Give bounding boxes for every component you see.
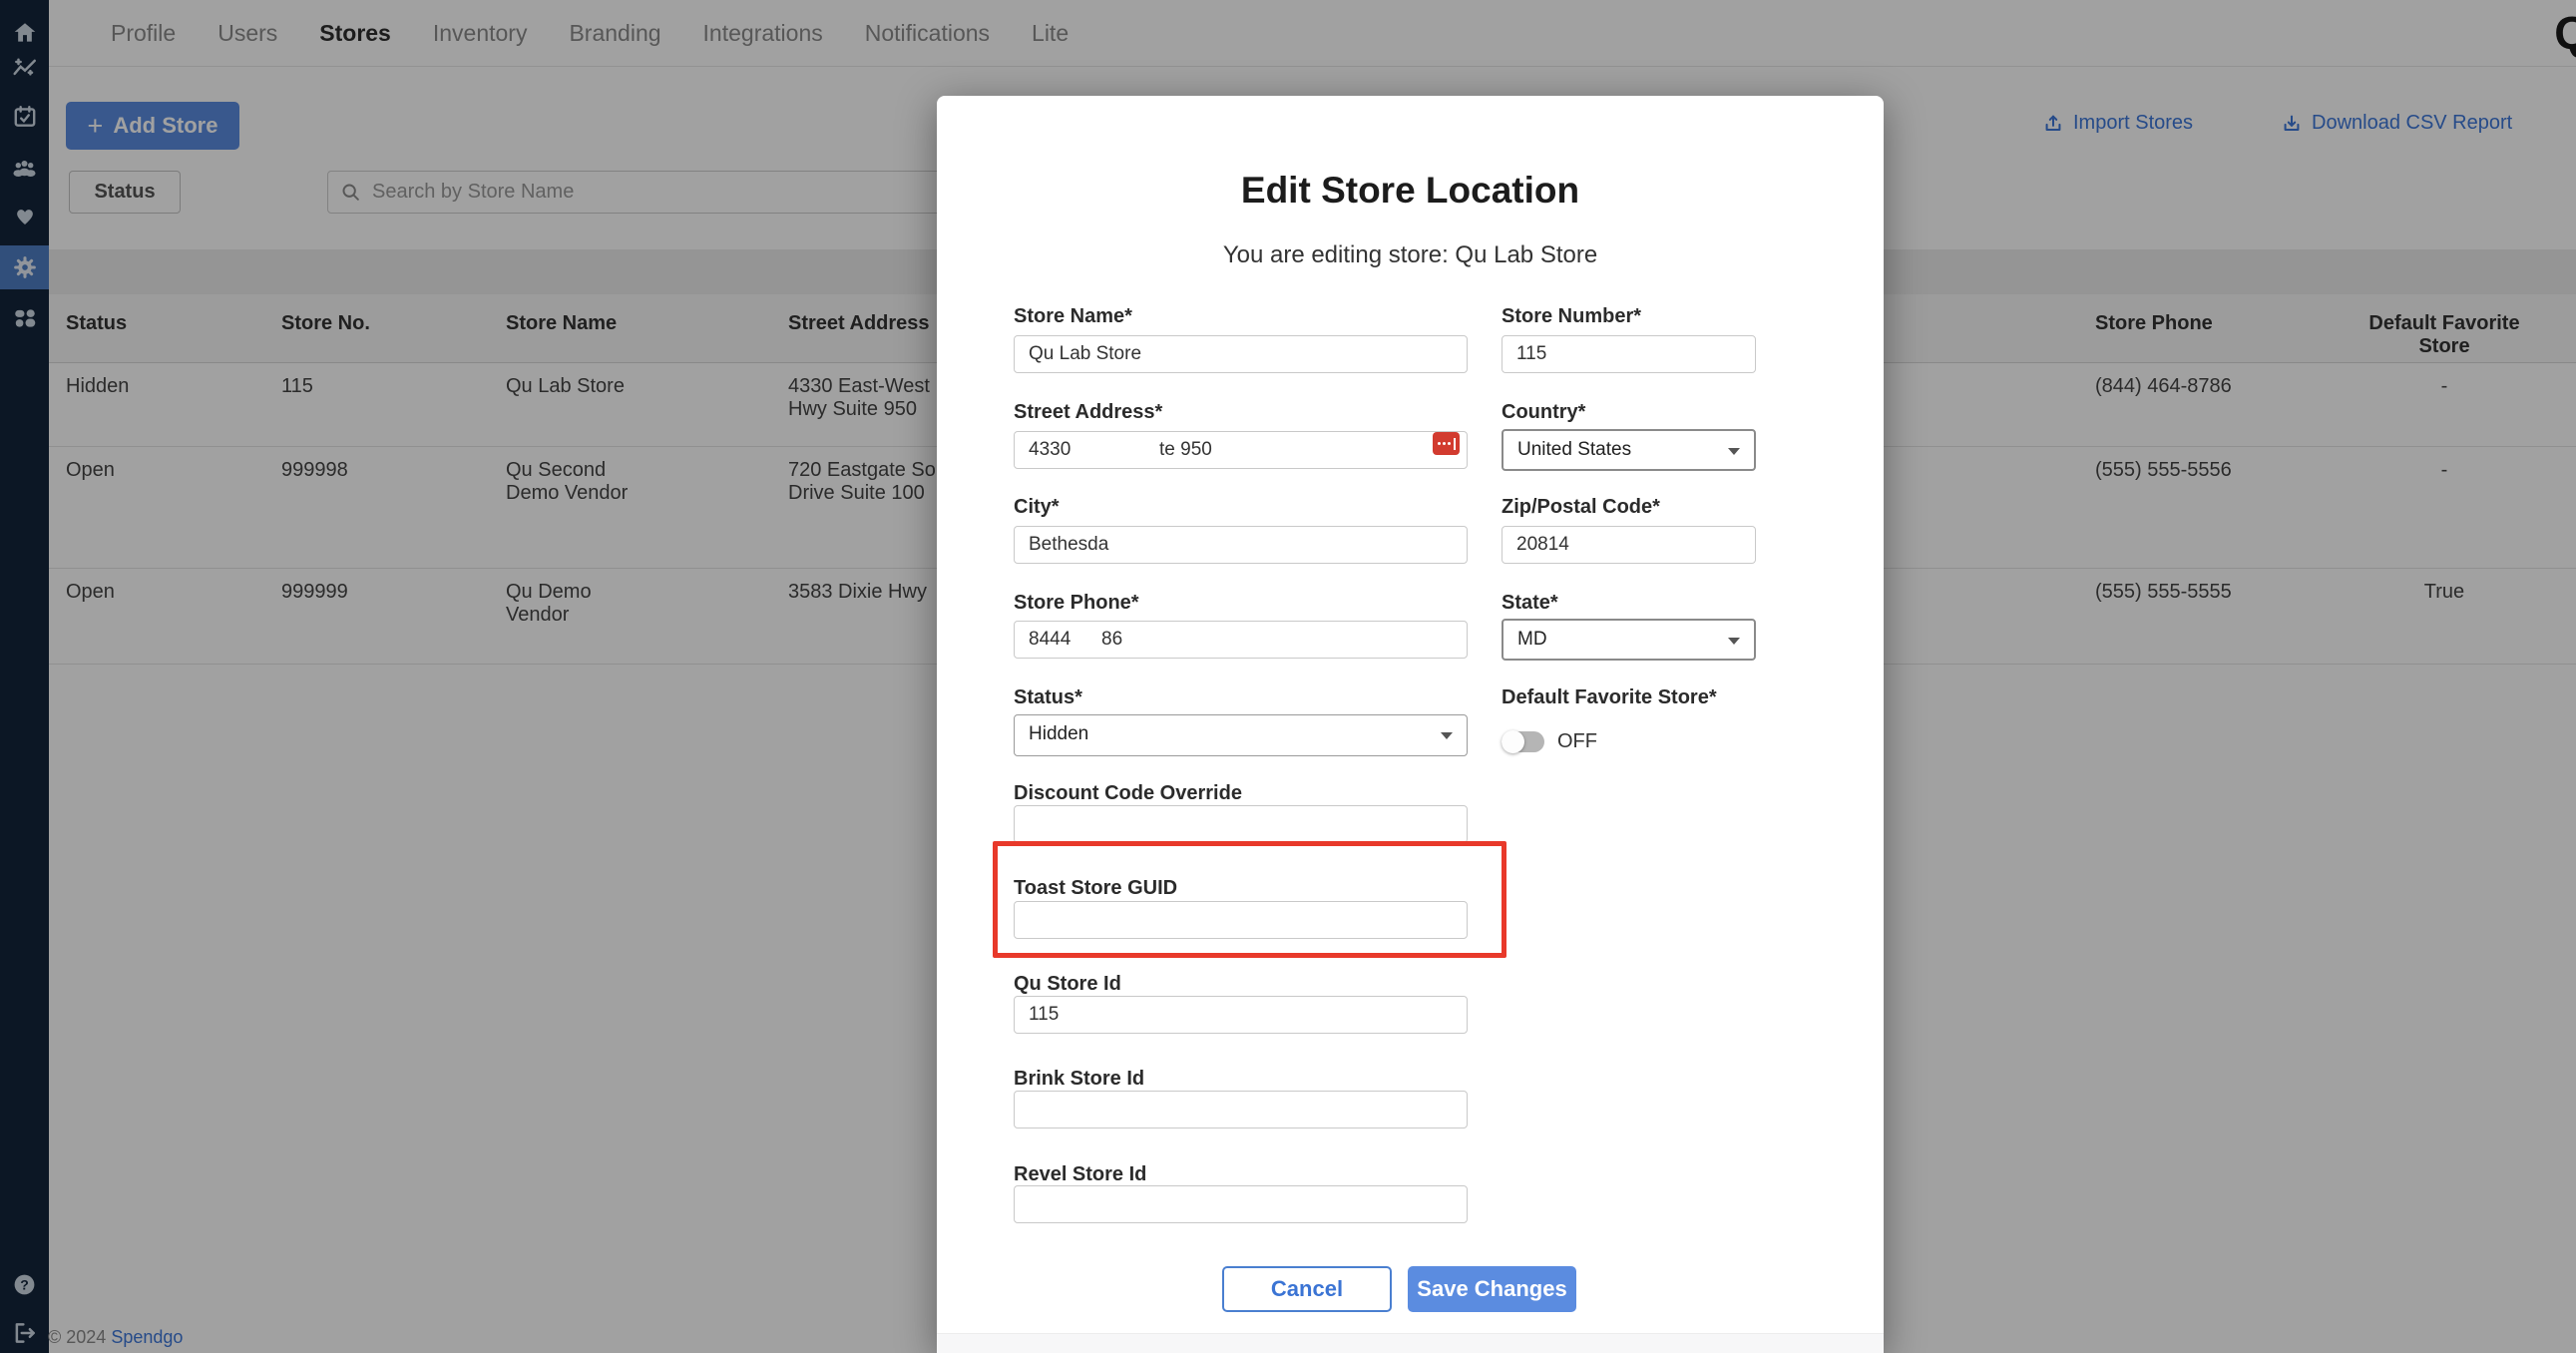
store-name-input[interactable] (1014, 335, 1468, 373)
modal-subtitle: You are editing store: Qu Lab Store (937, 241, 1884, 269)
qu-store-id-label: Qu Store Id (1014, 973, 1121, 996)
street-address-input[interactable]: 4330 te 950 (1014, 431, 1468, 469)
modal-title: Edit Store Location (937, 170, 1884, 212)
cancel-button[interactable]: Cancel (1222, 1266, 1392, 1312)
street-address-value-part2: te 950 (1159, 432, 1212, 468)
status-value: Hidden (1029, 723, 1088, 744)
city-label: City* (1014, 496, 1060, 519)
default-favorite-toggle[interactable] (1502, 731, 1544, 752)
zip-input[interactable] (1502, 526, 1756, 564)
store-name-label: Store Name* (1014, 305, 1132, 328)
country-select[interactable]: United States (1502, 429, 1756, 471)
brink-store-id-label: Brink Store Id (1014, 1068, 1144, 1091)
default-favorite-label: Default Favorite Store* (1502, 686, 1717, 709)
save-changes-button[interactable]: Save Changes (1408, 1266, 1576, 1312)
store-phone-input[interactable]: 8444 86 (1014, 621, 1468, 659)
city-input[interactable] (1014, 526, 1468, 564)
chevron-down-icon (1728, 638, 1740, 645)
toast-guid-input[interactable] (1014, 901, 1468, 939)
zip-label: Zip/Postal Code* (1502, 496, 1660, 519)
edit-store-modal: Edit Store Location You are editing stor… (937, 96, 1884, 1353)
status-label: Status* (1014, 686, 1082, 709)
revel-store-id-label: Revel Store Id (1014, 1163, 1146, 1186)
status-select[interactable]: Hidden (1014, 714, 1468, 756)
revel-store-id-input[interactable] (1014, 1185, 1468, 1223)
store-phone-value-part1: 8444 (1029, 622, 1071, 658)
discount-code-input[interactable] (1014, 805, 1468, 843)
qu-store-id-input[interactable] (1014, 996, 1468, 1034)
street-address-value-part1: 4330 (1029, 432, 1071, 468)
state-select[interactable]: MD (1502, 619, 1756, 661)
state-label: State* (1502, 592, 1558, 615)
street-address-label: Street Address* (1014, 401, 1162, 424)
store-phone-value-part2: 86 (1101, 622, 1122, 658)
brink-store-id-input[interactable] (1014, 1091, 1468, 1128)
store-phone-label: Store Phone* (1014, 592, 1139, 615)
chevron-down-icon (1728, 448, 1740, 455)
toast-guid-label: Toast Store GUID (1014, 877, 1177, 900)
country-label: Country* (1502, 401, 1585, 424)
toggle-knob (1502, 730, 1524, 753)
country-value: United States (1517, 439, 1631, 460)
discount-code-label: Discount Code Override (1014, 782, 1242, 805)
chevron-down-icon (1441, 732, 1453, 739)
store-number-input[interactable] (1502, 335, 1756, 373)
state-value: MD (1517, 629, 1547, 650)
password-manager-icon[interactable] (1433, 432, 1460, 455)
app-root: ? Profile Users Stores Inventory Brandin… (0, 0, 2576, 1353)
store-number-label: Store Number* (1502, 305, 1641, 328)
toggle-state-label: OFF (1557, 730, 1597, 753)
modal-footer-strip (937, 1333, 1884, 1353)
